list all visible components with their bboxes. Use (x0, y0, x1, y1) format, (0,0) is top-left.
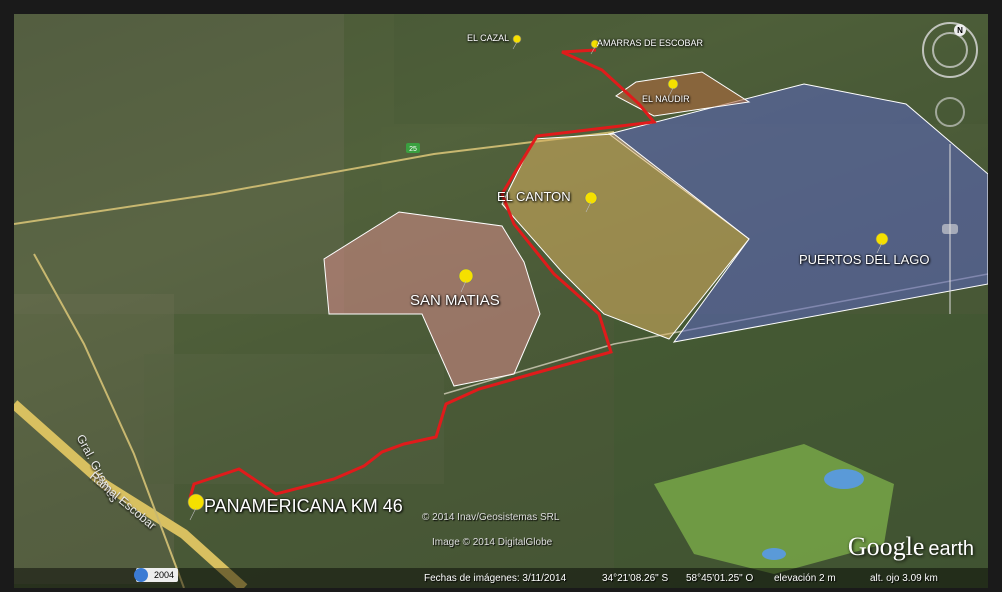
map-overlay: 25 (14, 14, 988, 588)
elevation: elevación 2 m (774, 573, 836, 584)
longitude: 58°45'01.25" O (686, 573, 754, 584)
year-label: 2004 (154, 570, 175, 580)
place-label-el-naudir[interactable]: EL NAUDIR (642, 94, 690, 104)
time-slider-button[interactable]: 2004 (134, 568, 179, 582)
brand-earth: earth (928, 538, 974, 560)
eye-altitude: alt. ojo 3.09 km (870, 573, 938, 584)
google-earth-window: 25 EL CAZAL AMARRAS DE ESCOBAR EL NAUDIR… (0, 0, 1002, 592)
place-label-panamericana[interactable]: PANAMERICANA KM 46 (204, 496, 403, 517)
attribution-digitalglobe: Image © 2014 DigitalGlobe (432, 537, 553, 548)
brand-google: Google (847, 532, 925, 561)
attribution-inav: © 2014 Inav/Geosistemas SRL (422, 512, 560, 523)
place-label-el-canton[interactable]: EL CANTON (497, 189, 571, 204)
place-label-puertos-del-lago[interactable]: PUERTOS DEL LAGO (799, 252, 930, 267)
place-label-san-matias[interactable]: SAN MATIAS (410, 292, 500, 309)
imagery-date: Fechas de imágenes: 3/11/2014 (424, 573, 567, 584)
status-bar: 2004 Fechas de imágenes: 3/11/2014 34°21… (14, 568, 988, 588)
route-shield-label: 25 (409, 146, 417, 153)
time-slider-icon (134, 568, 148, 582)
zoom-slider[interactable] (932, 94, 968, 334)
latitude: 34°21'08.26" S (602, 573, 669, 584)
compass-icon[interactable]: N (920, 20, 980, 80)
place-label-el-cazal[interactable]: EL CAZAL (467, 33, 509, 43)
map-view[interactable]: 25 EL CAZAL AMARRAS DE ESCOBAR EL NAUDIR… (14, 14, 988, 588)
google-earth-logo: Google earth (848, 532, 974, 562)
compass-north-label: N (957, 26, 963, 35)
place-label-amarras[interactable]: AMARRAS DE ESCOBAR (597, 38, 703, 48)
